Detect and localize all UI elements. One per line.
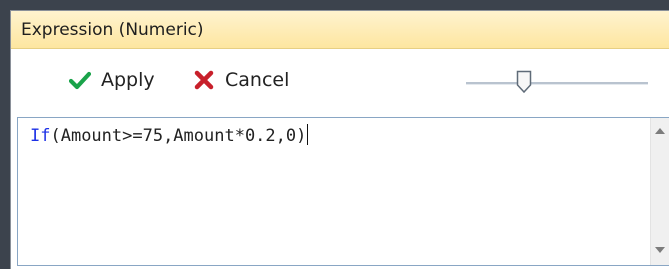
toolbar: Apply Cancel: [11, 49, 669, 117]
slider-track: [466, 82, 648, 85]
scroll-up-icon[interactable]: [655, 128, 665, 134]
cancel-button[interactable]: Cancel: [193, 69, 289, 91]
apply-label: Apply: [101, 69, 155, 91]
apply-button[interactable]: Apply: [68, 69, 155, 91]
expression-editor[interactable]: If(Amount>=75,Amount*0.2,0): [17, 117, 669, 266]
panel-title-text: Expression (Numeric): [21, 19, 204, 40]
x-icon: [193, 69, 215, 91]
slider-thumb[interactable]: [516, 70, 532, 94]
vertical-scrollbar[interactable]: [650, 118, 669, 265]
expression-text: If(Amount>=75,Amount*0.2,0): [30, 124, 309, 146]
zoom-slider[interactable]: [466, 70, 648, 96]
expression-panel: Expression (Numeric) Apply Cancel If(Amo…: [10, 10, 669, 269]
scroll-down-icon[interactable]: [655, 247, 665, 253]
panel-title: Expression (Numeric): [11, 11, 669, 49]
expression-body: (Amount>=75,Amount*0.2,0): [50, 126, 307, 146]
check-icon: [68, 69, 92, 91]
cancel-label: Cancel: [225, 69, 290, 91]
window-frame: Expression (Numeric) Apply Cancel If(Amo…: [0, 0, 669, 269]
text-caret: [307, 124, 309, 145]
expression-keyword: If: [30, 126, 51, 146]
